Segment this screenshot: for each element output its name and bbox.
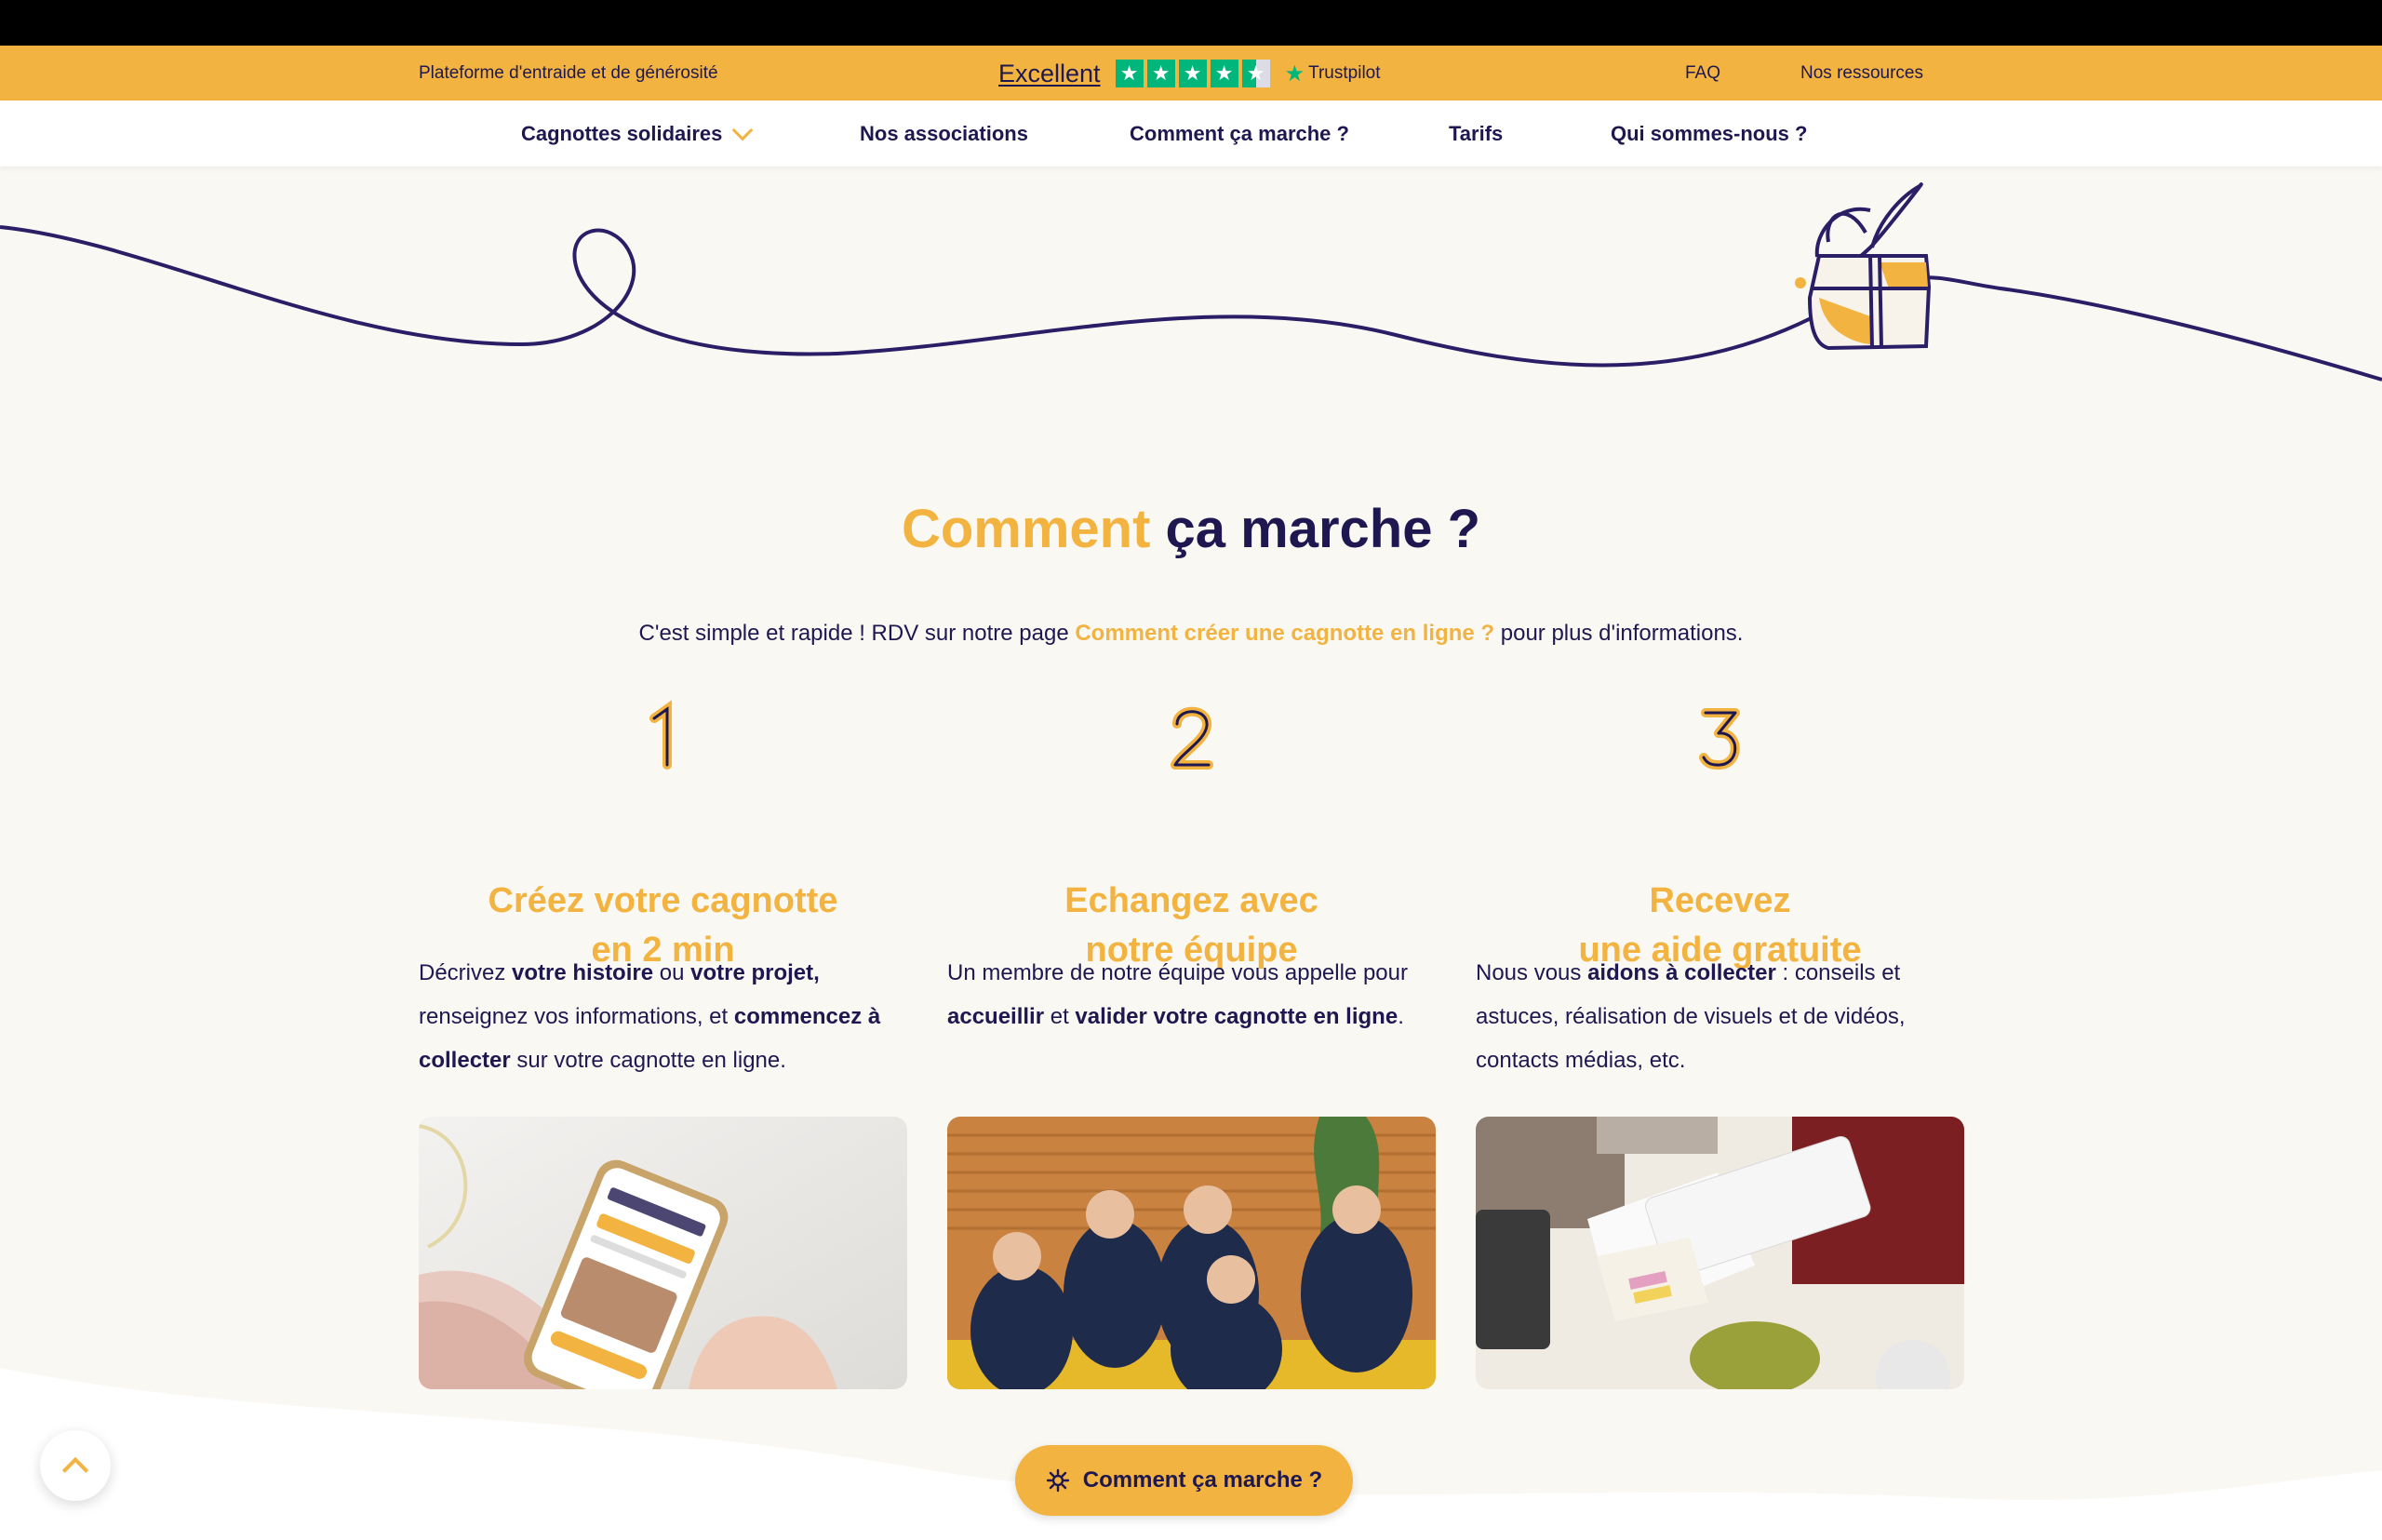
star-icon: ★ (1146, 60, 1175, 87)
text-run-bold: valider votre cagnotte en ligne (1075, 1004, 1398, 1029)
gift-icon (1795, 182, 1932, 351)
trustpilot-widget[interactable]: Excellent ★ ★ ★ ★ ★ ★ Trustpilot (998, 57, 1381, 90)
how-it-works-button-label: Comment ça marche ? (1082, 1467, 1323, 1493)
step-card-2: 2 Echangez avec notre équipe Un membre de… (947, 700, 1436, 1389)
star-icon: ★ (1178, 60, 1207, 87)
nav-item-how-it-works[interactable]: Comment ça marche ? (1130, 100, 1349, 167)
step-number-2: 2 (1164, 700, 1213, 770)
text-run-bold: aidons à collecter (1587, 960, 1776, 985)
section-title-highlight: Comment (901, 499, 1151, 559)
faq-link[interactable]: FAQ (1685, 46, 1720, 100)
chevron-down-icon (732, 119, 754, 141)
star-icon: ★ (1210, 60, 1238, 87)
text-run: renseignez vos informations, et (419, 1004, 734, 1029)
step-description: Un membre de notre équipe vous appelle p… (947, 951, 1450, 1038)
scroll-to-top-button[interactable] (40, 1430, 111, 1501)
section-subtitle: C'est simple et rapide ! RDV sur notre p… (0, 621, 2382, 647)
step-card-3: 3 Recevez une aide gratuite Nous vous aid… (1476, 700, 1964, 1389)
nav-item-pricing[interactable]: Tarifs (1449, 100, 1503, 167)
gear-icon (1046, 1468, 1069, 1493)
text-run: sur votre cagnotte en ligne. (510, 1048, 786, 1073)
section-title: Comment ça marche ? (0, 498, 2382, 560)
resources-link[interactable]: Nos ressources (1800, 46, 1923, 100)
text-run: Un membre de notre équipe vous appelle p… (947, 960, 1408, 985)
subtitle-text-before: C'est simple et rapide ! RDV sur notre p… (638, 621, 1076, 646)
text-run: Décrivez (419, 960, 513, 985)
text-run: ou (653, 960, 691, 985)
trustpilot-brand: Trustpilot (1308, 63, 1381, 83)
browser-top-bar (0, 0, 2382, 46)
step-description: Décrivez votre histoire ou votre projet,… (419, 951, 921, 1082)
step-number-text: 2 (1164, 700, 1165, 701)
nav-item-about[interactable]: Qui sommes-nous ? (1611, 100, 1807, 167)
text-run: et (1044, 1004, 1076, 1029)
step-title-line1: Créez votre cagnotte (488, 881, 838, 920)
text-run-bold: votre projet, (690, 960, 820, 985)
step-description: Nous vous aidons à collecter : conseils … (1476, 951, 1978, 1082)
step-title-line1: Echangez avec (1064, 881, 1318, 920)
trustpilot-stars: ★ ★ ★ ★ ★ (1115, 60, 1270, 87)
half-star-icon: ★ (1241, 60, 1270, 87)
chevron-up-icon (61, 1456, 89, 1484)
nav-item-label: Cagnottes solidaires (521, 122, 723, 145)
text-run: . (1398, 1004, 1404, 1029)
trustpilot-logo: ★ Trustpilot (1285, 60, 1381, 87)
step-title-line1: Recevez (1649, 881, 1791, 920)
star-icon: ★ (1115, 60, 1144, 87)
section-title-rest: ça marche ? (1150, 499, 1481, 559)
text-run: Nous vous (1476, 960, 1588, 985)
subtitle-text-after: pour plus d'informations. (1494, 621, 1744, 646)
nav-item-associations[interactable]: Nos associations (860, 100, 1028, 167)
main-nav: Cagnottes solidaires Nos associations Co… (0, 100, 2382, 167)
text-run-bold: votre histoire (512, 960, 654, 985)
trustpilot-rating-label[interactable]: Excellent (998, 60, 1101, 88)
tagline: Plateforme d'entraide et de générosité (419, 63, 718, 83)
how-to-create-link[interactable]: Comment créer une cagnotte en ligne ? (1075, 621, 1494, 646)
step-card-1: 1 Créez votre cagnotte en 2 min Décrivez … (419, 700, 907, 1389)
top-info-bar: Plateforme d'entraide et de générosité E… (0, 46, 2382, 100)
step-number-1: 1 (649, 700, 672, 770)
how-it-works-button[interactable]: Comment ça marche ? (1015, 1445, 1353, 1516)
trustpilot-star-icon: ★ (1284, 60, 1305, 87)
step-number-3: 3 (1698, 708, 1740, 770)
nav-item-cagnottes[interactable]: Cagnottes solidaires (521, 100, 754, 167)
text-run-bold: accueillir (947, 1004, 1045, 1029)
decorative-wave-line (0, 182, 2382, 382)
